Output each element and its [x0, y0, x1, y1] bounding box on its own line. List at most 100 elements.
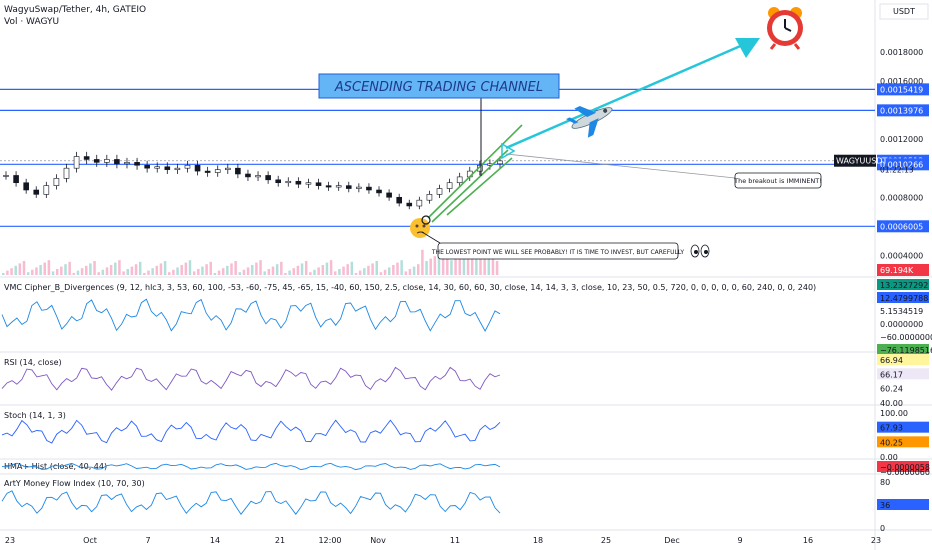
time-tick-label: 14: [210, 536, 220, 545]
indicator-axis-label: 60.24: [880, 385, 903, 394]
volume-bar: [230, 263, 233, 275]
volume-bar: [26, 272, 30, 275]
target-arrow: [501, 38, 760, 179]
indicator-axis-label: 40.00: [880, 399, 903, 408]
volume-bar: [143, 273, 146, 275]
candle-body: [436, 188, 443, 195]
indicator-axis-label: 5.1534519: [880, 307, 923, 316]
ascending-channel: [427, 80, 523, 223]
volume-bar: [126, 269, 129, 275]
indicator-axis-label: 36: [880, 501, 890, 510]
volume-bar: [367, 265, 370, 275]
volume-bar: [346, 264, 349, 275]
candle-body: [13, 175, 19, 184]
indicator-axis-label: 12.4799788: [880, 294, 928, 303]
support-resistance-levels: [0, 88, 875, 227]
price-tick-label: 0.0018000: [880, 48, 923, 57]
time-axis[interactable]: 23 Oct 7 14 21 12:00 Nov 11 18 25 Dec 9 16 23: [5, 536, 881, 545]
indicator-axis-label: 66.17: [880, 370, 903, 379]
candle-body: [386, 192, 392, 198]
volume-bar: [334, 271, 337, 275]
volume-tag[interactable]: 69.194K: [877, 264, 929, 276]
channel-title-box: ASCENDING TRADING CHANNEL: [318, 73, 560, 99]
symbol-tag-label: WAGYUUSDT: [836, 157, 887, 166]
volume-bar: [89, 263, 92, 275]
volume-bar: [475, 259, 478, 275]
volume-bar: [479, 257, 482, 275]
volume-bar: [267, 269, 271, 275]
volume-bar: [60, 266, 63, 275]
indicator-axis-label: 66.94: [880, 356, 903, 365]
volume-bar: [454, 257, 457, 275]
time-tick-label: 25: [601, 536, 611, 545]
candle-body: [396, 196, 402, 204]
indicator-line: [1, 366, 501, 391]
price-axis[interactable]: 0.00180000.00160000.00120000.00080000.00…: [834, 48, 929, 276]
annotation-lowest[interactable]: THE LOWEST POINT WE WILL SEE PROBABLY! I…: [421, 231, 684, 260]
volume-bar: [114, 262, 117, 275]
volume-bar: [296, 265, 300, 275]
volume-bar: [304, 261, 308, 275]
volume-bar: [375, 261, 378, 275]
volume-bar: [14, 265, 17, 275]
indicator-axis-label: 40.25: [880, 438, 903, 447]
volume-bar: [118, 260, 121, 275]
volume-bar: [342, 266, 345, 275]
time-tick-label: 16: [803, 536, 813, 545]
candle-body: [456, 176, 463, 184]
candle-body: [73, 156, 80, 169]
time-tick-label: Nov: [370, 536, 386, 545]
volume-bar: [221, 268, 225, 275]
candle-body: [224, 167, 231, 170]
candle-body: [93, 159, 100, 163]
candle-body: [275, 179, 282, 184]
volume-bar: [22, 261, 26, 275]
price-tag-1[interactable]: 0.0013976: [877, 104, 929, 117]
indicator-pane-1[interactable]: RSI (14, close) 66.94 66.17 60.24 40.00: [1, 354, 929, 408]
volume-bar: [188, 260, 192, 275]
candle-body: [144, 164, 150, 169]
volume-bar: [138, 261, 142, 275]
volume-bar: [275, 264, 279, 275]
indicator-pane-2[interactable]: Stoch (14, 1, 3) 100.00 67.93 40.25 0.00: [1, 409, 929, 462]
volume-bar: [271, 266, 275, 275]
indicator-line: [1, 490, 501, 515]
volume-bar: [396, 262, 399, 275]
volume-bar: [159, 263, 163, 275]
volume-bars: [2, 248, 499, 275]
volume-bar: [85, 265, 88, 275]
price-tag-0[interactable]: 0.0015419: [877, 83, 929, 96]
indicator-pane-4[interactable]: ArtY Money Flow Index (10, 70, 30) 80 36 0: [1, 478, 929, 533]
time-tick-label: 21: [275, 536, 285, 545]
annotation-breakout-text: The breakout is IMMINENT!: [733, 177, 822, 185]
price-tag-4[interactable]: 0.0006005: [877, 220, 929, 233]
volume-bar: [101, 269, 105, 275]
chart-canvas[interactable]: USDT ASCENDING TRADING CHANNEL The break…: [0, 0, 932, 550]
indicator-pane-3[interactable]: HMA+ Hist (close, 40, 44) −0.0000058−0.00…: [1, 461, 930, 477]
volume-bar: [417, 264, 420, 275]
indicator-pane-0[interactable]: VMC Cipher_B_Divergences (9, 12, hlc3, 3…: [1, 279, 932, 355]
volume-bar: [192, 271, 196, 275]
alarm-clock-icon: [767, 7, 803, 50]
candle-body: [376, 189, 382, 194]
candle-body: [174, 167, 181, 170]
volume-bar: [105, 267, 109, 275]
volume-bar: [180, 265, 183, 275]
candle-body: [295, 180, 302, 185]
currency-box[interactable]: USDT: [879, 3, 929, 20]
volume-bar: [408, 269, 412, 275]
annotation-breakout[interactable]: The breakout is IMMINENT!: [733, 172, 822, 189]
volume-bar: [404, 271, 408, 275]
candle-body: [255, 175, 261, 178]
volume-tag-label: 69.194K: [880, 266, 914, 275]
indicator-axis-label: −0.0000060: [880, 468, 930, 477]
volume-bar: [184, 262, 188, 275]
indicator-name: RSI (14, close): [4, 358, 62, 367]
indicator-line: [1, 298, 501, 332]
volume-bar: [147, 270, 150, 275]
price-tag-label: 0.0015419: [880, 85, 923, 94]
volume-bar: [172, 269, 175, 275]
volume-bar: [97, 272, 100, 275]
volume-bar: [43, 262, 46, 275]
volume-bar: [197, 269, 200, 275]
